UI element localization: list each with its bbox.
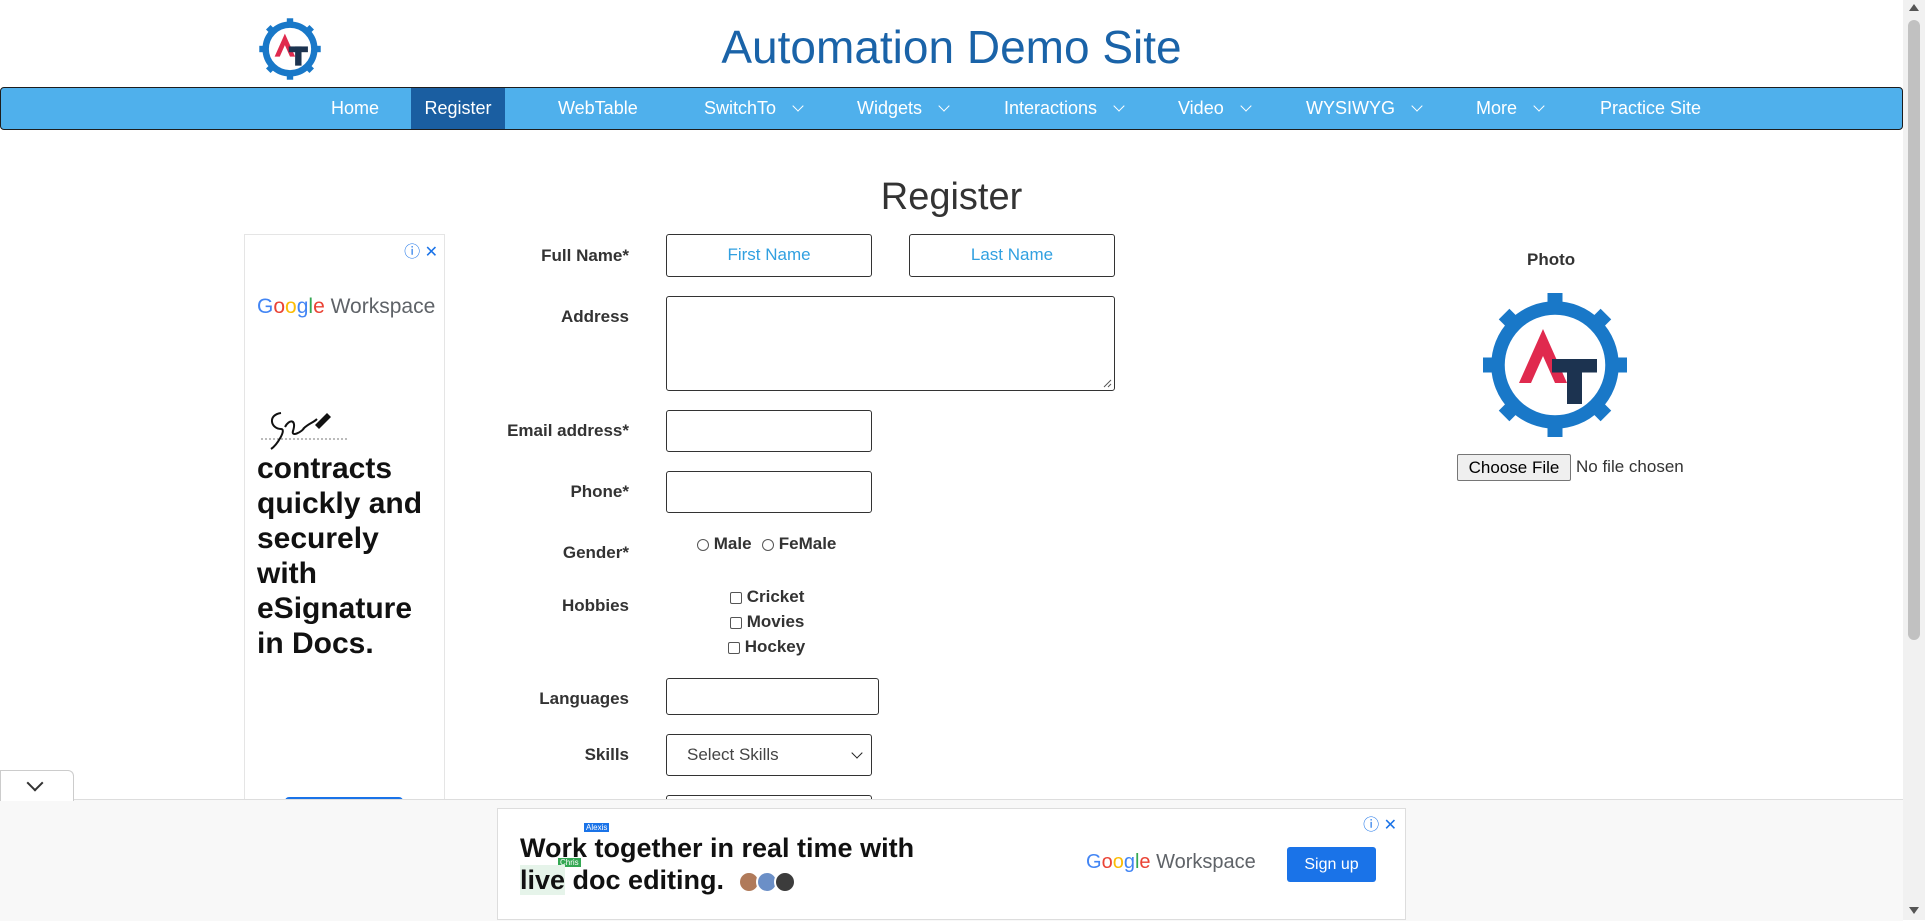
nav-register[interactable]: Register [411,88,505,129]
nav-widgets-label: Widgets [857,98,923,118]
avatar [773,870,796,893]
nav-video-label: Video [1178,98,1224,118]
collab-cursor-tag: Alexis [584,823,610,832]
email-field[interactable] [666,410,872,452]
google-logo: Google [1086,851,1151,873]
nav-home-label: Home [330,98,379,118]
sign-up-button[interactable]: Sign up [1287,847,1376,882]
page-scrollbar[interactable] [1903,0,1925,920]
site-title: Automation Demo Site [721,21,1182,73]
nav-register-label: Register [424,98,492,118]
hockey-label: Hockey [744,637,806,656]
languages-field[interactable] [666,678,879,715]
ad-line2-highlight: live [520,865,566,895]
photo-label: Photo [1527,250,1576,269]
scroll-down-arrow-icon[interactable] [1909,907,1919,914]
nav-switchto[interactable]: SwitchTo [704,88,804,129]
chevron-down-icon [792,100,804,112]
scroll-up-arrow-icon[interactable] [1909,4,1919,11]
phone-label: Phone* [570,482,629,501]
google-logo: Google [257,295,325,318]
page-title: Register [880,176,1023,218]
ad-brand: Google Workspace [257,295,435,319]
email-label: Email address* [507,421,629,440]
gender-label: Gender* [562,543,629,562]
skills-select[interactable]: Select Skills [666,734,872,776]
ad-brand-product: Workspace [1156,851,1256,873]
scrollbar-thumb[interactable] [1908,20,1920,640]
chevron-down-icon [1411,100,1423,112]
photo-preview-logo [1483,293,1627,437]
chevron-down-icon [1533,100,1545,112]
hobby-cricket[interactable]: Cricket [730,587,804,607]
nav-interactions[interactable]: Interactions [1004,88,1125,129]
address-textarea[interactable] [666,296,1115,391]
nav-practice-site-label: Practice Site [1600,98,1702,118]
main-navbar: Home Register WebTable SwitchTo Widgets … [0,87,1903,130]
nav-more-label: More [1476,98,1518,118]
choose-file-button[interactable]: Choose File [1457,454,1571,481]
ad-line2-rest: doc editing. [565,865,725,895]
nav-interactions-label: Interactions [1004,98,1098,118]
languages-label: Languages [539,689,629,708]
chevron-down-icon [1240,100,1252,112]
ad-headline: contracts quickly and securely with eSig… [257,452,423,660]
full-name-label: Full Name* [541,246,629,265]
nav-wysiwyg-label: WYSIWYG [1306,98,1395,118]
chevron-down-icon [1113,100,1125,112]
first-name-field[interactable]: First Name [666,234,872,277]
ad-brand: Google Workspace [1086,851,1256,874]
ad-bottom[interactable]: ⓘ ✕ Alexis Work together in real time wi… [497,808,1406,920]
hobbies-label: Hobbies [561,596,629,615]
chevron-down-icon [26,774,44,792]
last-name-field[interactable]: Last Name [909,234,1115,277]
female-radio[interactable] [762,538,774,551]
address-label: Address [560,307,629,326]
nav-wysiwyg[interactable]: WYSIWYG [1306,88,1423,129]
nav-webtable-label: WebTable [558,98,638,118]
movies-label: Movies [746,612,805,631]
hobby-movies[interactable]: Movies [730,612,804,632]
ad-left[interactable]: ⓘ ✕ Google Workspace contracts quickly a… [244,234,445,806]
ad-bottom-line2: live doc editing. [520,865,796,896]
cricket-label: Cricket [746,587,805,606]
ad-brand-product: Workspace [330,295,436,318]
resize-handle-icon[interactable] [1102,378,1112,388]
male-label: Male [713,534,752,553]
cricket-checkbox[interactable] [730,591,742,604]
gender-option-female[interactable]: FeMale [762,534,836,554]
hockey-checkbox[interactable] [728,641,740,654]
nav-more[interactable]: More [1476,88,1545,129]
nav-switchto-label: SwitchTo [704,98,777,118]
skills-selected-value: Select Skills [687,745,779,764]
male-radio[interactable] [697,538,709,551]
nav-home[interactable]: Home [311,88,399,129]
nav-widgets[interactable]: Widgets [857,88,950,129]
nav-practice-site[interactable]: Practice Site [1600,88,1701,129]
gender-option-male[interactable]: Male [697,534,752,554]
hobby-hockey[interactable]: Hockey [728,637,805,657]
skills-label: Skills [584,745,629,764]
site-header: Automation Demo Site [0,0,1903,87]
female-label: FeMale [778,534,837,553]
signature-icon [261,412,347,450]
movies-checkbox[interactable] [730,616,742,629]
chevron-down-icon [938,100,950,112]
file-status: No file chosen [1576,457,1684,476]
collapse-ad-tab[interactable] [0,770,74,801]
chevron-down-icon [851,747,863,759]
nav-video[interactable]: Video [1178,88,1252,129]
phone-field[interactable] [666,471,872,513]
nav-webtable[interactable]: WebTable [558,88,638,129]
ad-info-close-icons[interactable]: ⓘ ✕ [1363,811,1397,835]
